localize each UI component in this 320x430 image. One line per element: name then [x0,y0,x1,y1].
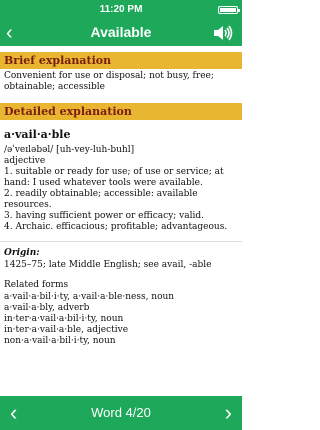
content-area[interactable]: Brief explanation Convenient for use or … [0,50,242,396]
related-form-item: a·vail·a·bil·i·ty, a·vail·a·ble·ness, no… [4,292,175,302]
bottom-bar: ‹ Word 4/20 › [0,396,242,430]
nav-bar: ‹ Available [0,20,242,46]
related-form-item: in·ter·a·vail·a·ble, adjective [4,325,129,335]
definition-item: 4. Archaic. efficacious; profitable; adv… [4,222,228,232]
definition-item: 2. readily obtainable; accessible: avail… [4,189,198,210]
brief-explanation-header: Brief explanation [0,52,242,69]
origin-text: 1425–75; late Middle English; see avail,… [4,260,212,270]
pronunciation: /əˈveɪləbəl/ [uh-vey-luh-buhl] [4,145,135,155]
detailed-explanation-header: Detailed explanation [0,103,242,120]
related-form-item: non·a·vail·a·bil·i·ty, noun [4,336,116,346]
related-forms-title: Related forms [4,280,69,290]
part-of-speech: adjective [4,156,46,166]
definition-item: 1. suitable or ready for use; of use or … [4,167,224,188]
related-form-item: a·vail·a·bly, adverb [4,303,90,313]
status-time: 11:20 PM [99,4,143,15]
battery-icon [218,6,240,14]
status-bar: 11:20 PM [0,0,242,20]
chevron-right-icon[interactable]: › [225,400,232,426]
speaker-icon[interactable] [212,24,234,42]
page-title: Available [90,24,152,40]
origin-label: Origin: [0,241,242,258]
related-form-item: in·ter·a·vail·a·bil·i·ty, noun [4,314,124,324]
definition-item: 3. having sufficient power or efficacy; … [4,211,205,221]
brief-explanation-text: Convenient for use or disposal; not busy… [4,71,214,92]
headword: a·vail·a·ble [4,128,71,141]
word-counter: Word 4/20 [91,405,151,420]
definitions-list: 1. suitable or ready for use; of use or … [0,167,242,233]
